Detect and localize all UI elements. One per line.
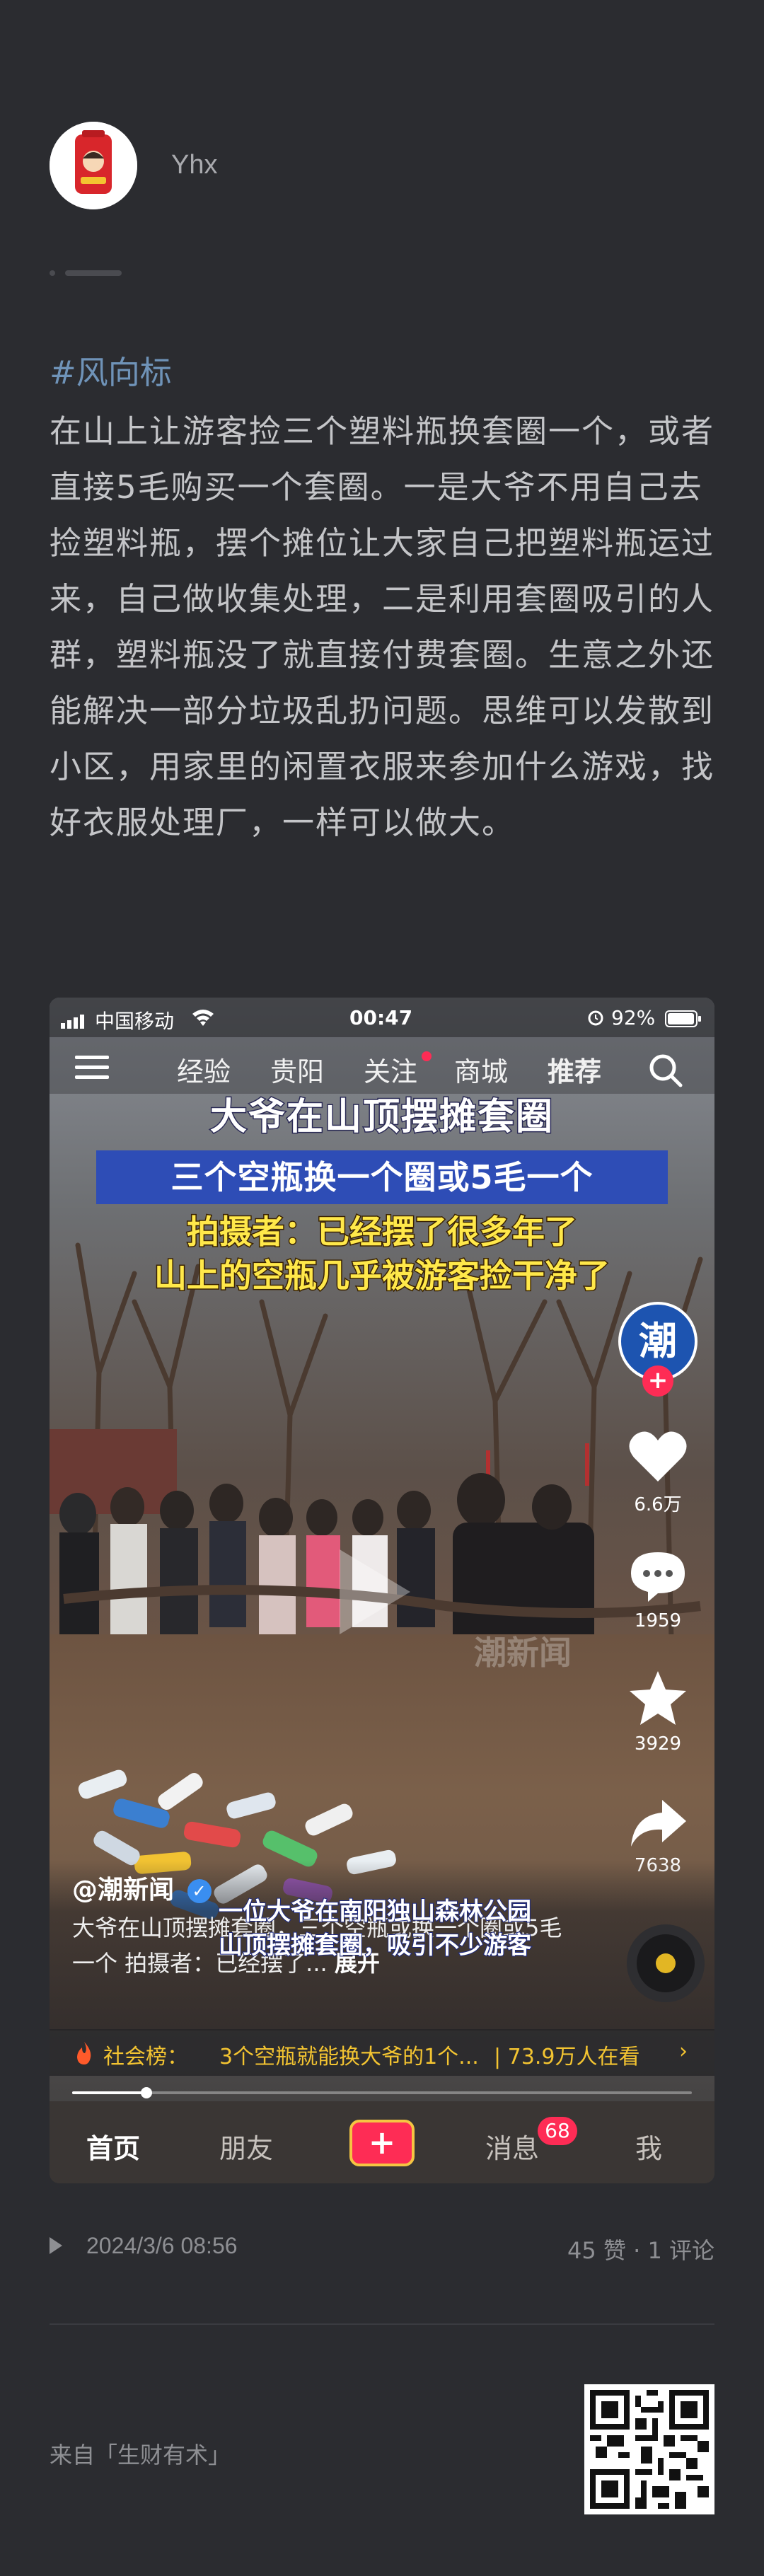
music-disc-center: [656, 1953, 676, 1973]
video-author-name: @潮新闻: [72, 1876, 175, 1905]
tab-home[interactable]: 首页: [86, 2127, 140, 2166]
tab-friends[interactable]: 朋友: [219, 2127, 273, 2166]
video-subtitle-banner: 三个空瓶换一个圈或5毛一个: [96, 1150, 668, 1204]
play-icon[interactable]: [332, 1542, 417, 1644]
hot-list-count: | 73.9万人在看: [494, 2045, 640, 2069]
comment-count: 1959: [634, 1610, 682, 1631]
video-subtitle: 一位大爷在南阳独山森林公园 山顶摆摊套圈，吸引不少游客: [184, 1895, 566, 1963]
post-image[interactable]: 大爷在山顶摆摊套圈 三个空瓶换一个圈或5毛一个 拍摄者：已经摆了很多年了 山上的…: [50, 998, 714, 2183]
video-quote-line1: 拍摄者：已经摆了很多年了: [186, 1212, 579, 1252]
channel-avatar[interactable]: 潮 +: [608, 1302, 707, 1397]
search-icon[interactable]: [648, 1053, 683, 1091]
qr-code: [584, 2384, 714, 2514]
play-small-icon: [50, 2237, 62, 2254]
menu-icon[interactable]: [75, 1056, 109, 1082]
video-progress-track[interactable]: [72, 2091, 692, 2094]
wifi-icon: [191, 1007, 215, 1031]
create-plus-button[interactable]: +: [349, 2120, 415, 2166]
share-icon: [631, 1800, 686, 1847]
music-disc-icon[interactable]: [627, 1924, 705, 2002]
hot-list-label: 社会榜：: [103, 2045, 188, 2069]
video-quote: 拍摄者：已经摆了很多年了 山上的空瓶几乎被游客捡干净了: [106, 1210, 658, 1298]
video-progress-fill: [72, 2091, 147, 2094]
battery-level: 92%: [611, 1006, 656, 1029]
chevron-right-icon: ›: [679, 2039, 688, 2064]
post-stats[interactable]: 45 赞 · 1 评论: [567, 2233, 714, 2265]
avatar[interactable]: [50, 122, 137, 209]
hot-list-bar[interactable]: 社会榜： 3个空瓶就能换大爷的1个... | 73.9万人在看 ›: [50, 2029, 714, 2076]
favorite-button[interactable]: 3929: [608, 1670, 707, 1755]
comment-button[interactable]: 1959: [608, 1549, 707, 1631]
messages-badge: 68: [538, 2117, 577, 2145]
nav-tab-mall[interactable]: 商城: [454, 1050, 508, 1089]
app-tab-bar: 首页 朋友 + 消息 68 我: [50, 2101, 714, 2183]
video-progress-handle[interactable]: [141, 2087, 153, 2098]
tab-messages[interactable]: 消息: [485, 2127, 539, 2166]
heart-icon: [629, 1431, 687, 1482]
alarm-icon: [587, 1007, 604, 1031]
comment-icon: [631, 1552, 685, 1602]
post-body: 在山上让游客捡三个塑料瓶换套圈一个，或者直接5毛购买一个套圈。一是大爷不用自己去…: [50, 412, 715, 841]
battery-icon: [665, 1009, 702, 1032]
star-icon: [630, 1671, 686, 1725]
source-label: 来自「生财有术」: [50, 2442, 231, 2468]
video-subtitle-line1: 一位大爷在南阳独山森林公园: [218, 1897, 532, 1927]
favorite-count: 3929: [634, 1733, 682, 1755]
nav-tab-recommend[interactable]: 推荐: [548, 1050, 601, 1089]
status-time: 00:47: [349, 1006, 413, 1029]
watermark: 潮新闻: [474, 1634, 572, 1672]
flame-icon: [74, 2040, 95, 2069]
divider: [50, 2323, 714, 2325]
status-bar: 中国移动 00:47 92%: [50, 998, 714, 1037]
notification-dot: [422, 1051, 432, 1061]
like-button[interactable]: 6.6万: [608, 1429, 707, 1516]
carrier-name: 中国移动: [95, 1010, 175, 1033]
app-nav-bar: 经验 贵阳 关注 商城 推荐: [50, 1037, 714, 1094]
qr-code-pattern: [590, 2390, 709, 2509]
tab-me[interactable]: 我: [635, 2127, 662, 2166]
video-subtitle-line2: 山顶摆摊套圈，吸引不少游客: [218, 1931, 532, 1960]
username[interactable]: Yhx: [171, 150, 217, 180]
hashtag-link[interactable]: #风向标: [50, 347, 172, 393]
avatar-image: [50, 122, 137, 209]
separator-dot: [50, 270, 55, 276]
nav-tab-experience[interactable]: 经验: [177, 1050, 231, 1089]
like-count: 6.6万: [634, 1494, 682, 1515]
nav-tab-following[interactable]: 关注: [364, 1050, 417, 1089]
nav-tab-city[interactable]: 贵阳: [270, 1050, 324, 1089]
separator-bar: [65, 270, 122, 276]
post-date: 2024/3/6 08:56: [86, 2233, 238, 2258]
video-quote-line2: 山上的空瓶几乎被游客捡干净了: [154, 1256, 611, 1296]
hot-list-text: 3个空瓶就能换大爷的1个...: [219, 2045, 479, 2069]
signal-icon: [61, 1010, 88, 1034]
video-title: 大爷在山顶摆摊套圈: [209, 1095, 554, 1140]
